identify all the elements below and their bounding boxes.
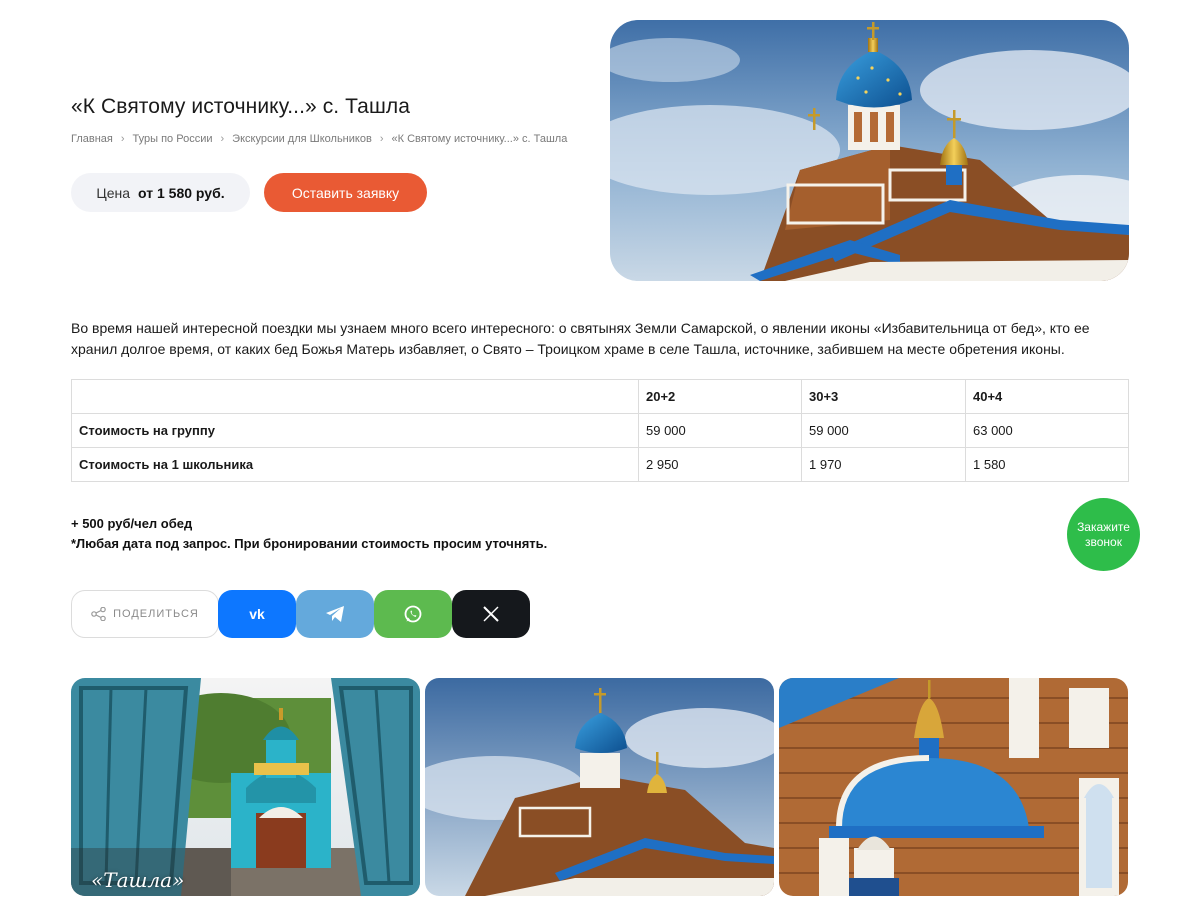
telegram-icon [326,606,344,622]
x-icon [483,606,499,622]
page-title: «К Святому источнику...» с. Ташла [71,95,411,118]
price-badge: Цена от 1 580 руб. [71,173,250,212]
breadcrumb-russia-tours[interactable]: Туры по России [133,133,213,145]
chevron-right-icon: › [220,133,225,145]
price-value: от 1 580 руб. [138,184,225,201]
price-row: Цена от 1 580 руб. Оставить заявку [71,173,427,212]
breadcrumb: Главная › Туры по России › Экскурсии для… [71,133,591,145]
table-header-row: 20+2 30+3 40+4 [71,379,1129,414]
church-porch-photo [779,678,1128,896]
table-header-cell: 30+3 [801,379,966,414]
breadcrumb-school-excursions[interactable]: Экскурсии для Школьников [232,133,372,145]
date-note: *Любая дата под запрос. При бронировании… [71,536,548,551]
table-row-label: Стоимость на 1 школьника [71,447,639,482]
share-label: ПОДЕЛИТЬСЯ [113,608,199,620]
vk-icon: vk [249,607,265,621]
table-header-cell [71,379,639,414]
table-row: Стоимость на группу 59 000 59 000 63 000 [71,413,1129,448]
photo-caption: «Ташла» [91,868,185,892]
callback-label-line1: Закажите [1077,519,1130,534]
table-row: Стоимость на 1 школьника 2 950 1 970 1 5… [71,447,1129,482]
hero-church-image [610,20,1129,281]
request-button[interactable]: Оставить заявку [264,173,427,212]
callback-button[interactable]: Закажите звонок [1067,498,1140,571]
table-cell: 1 970 [801,447,966,482]
table-cell: 1 580 [965,447,1129,482]
gallery-photo[interactable] [779,678,1128,896]
share-bar: ПОДЕЛИТЬСЯ vk [71,590,530,638]
table-cell: 59 000 [638,413,802,448]
table-row-label: Стоимость на группу [71,413,639,448]
church-photo [610,20,1129,281]
table-cell: 59 000 [801,413,966,448]
table-header-cell: 40+4 [965,379,1129,414]
callback-label-line2: звонок [1085,534,1122,549]
gallery-photo[interactable]: «Ташла» [71,678,420,896]
share-whatsapp-button[interactable] [374,590,452,638]
share-icon [91,607,106,621]
share-vk-button[interactable]: vk [218,590,296,638]
church-dome-photo [425,678,774,896]
lunch-note: + 500 руб/чел обед [71,516,193,531]
photo-gallery: «Ташла» [71,678,1128,896]
table-header-cell: 20+2 [638,379,802,414]
whatsapp-icon [404,605,422,623]
table-cell: 2 950 [638,447,802,482]
svg-text:vk: vk [249,607,265,621]
hero-text-block: «К Святому источнику...» с. Ташла Главна… [71,95,591,145]
tour-description: Во время нашей интересной поездки мы узн… [71,320,1090,357]
share-x-button[interactable] [452,590,530,638]
breadcrumb-home[interactable]: Главная [71,133,113,145]
share-button[interactable]: ПОДЕЛИТЬСЯ [71,590,219,638]
share-telegram-button[interactable] [296,590,374,638]
breadcrumb-current: «К Святому источнику...» с. Ташла [391,133,568,145]
chevron-right-icon: › [120,133,125,145]
table-cell: 63 000 [965,413,1129,448]
price-label: Цена [96,184,131,201]
gallery-photo[interactable] [425,678,774,896]
church-gate-photo [71,678,420,896]
price-table: 20+2 30+3 40+4 Стоимость на группу 59 00… [71,379,1129,482]
chevron-right-icon: › [379,133,384,145]
notes-block: + 500 руб/чел обед *Любая дата под запро… [71,514,547,554]
